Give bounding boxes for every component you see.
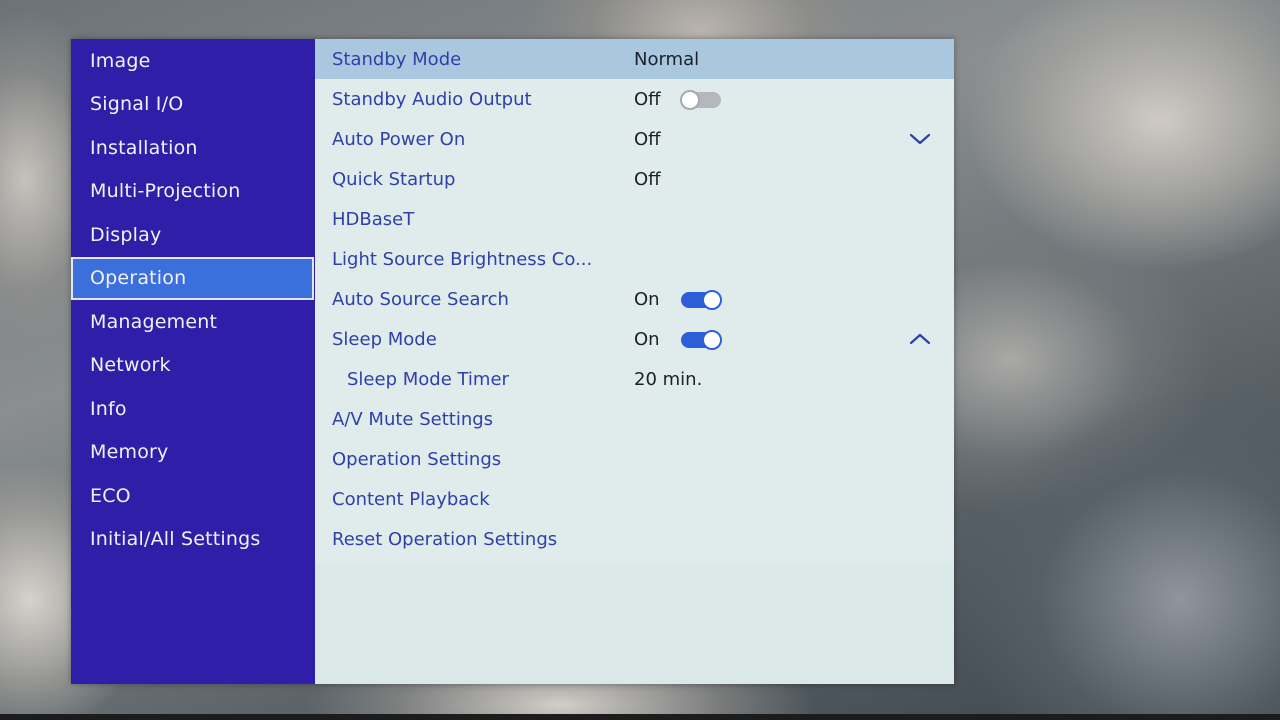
- setting-value: 20 min.: [634, 368, 703, 390]
- sidebar-item-operation[interactable]: Operation: [71, 256, 314, 300]
- sidebar-item-label: Operation: [90, 267, 187, 290]
- screen-bottom-edge: [0, 714, 1280, 720]
- sidebar-item-memory[interactable]: Memory: [71, 431, 315, 475]
- setting-sleep-mode[interactable]: Sleep Mode On: [315, 319, 954, 359]
- setting-auto-power-on[interactable]: Auto Power On Off: [315, 119, 954, 159]
- sidebar: Image Signal I/O Installation Multi-Proj…: [71, 39, 315, 684]
- setting-value: Off: [634, 128, 661, 150]
- sidebar-item-label: Signal I/O: [90, 93, 184, 116]
- setting-light-source-brightness[interactable]: Light Source Brightness Co...: [315, 239, 954, 279]
- setting-quick-startup[interactable]: Quick Startup Off: [315, 159, 954, 199]
- setting-value: Off: [634, 88, 661, 110]
- sidebar-item-signal-io[interactable]: Signal I/O: [71, 83, 315, 127]
- sidebar-item-info[interactable]: Info: [71, 387, 315, 431]
- sidebar-item-image[interactable]: Image: [71, 39, 315, 83]
- sidebar-item-label: Network: [90, 354, 171, 377]
- setting-label: Content Playback: [332, 488, 490, 510]
- setting-label: Quick Startup: [332, 168, 456, 190]
- setting-label: HDBaseT: [332, 208, 415, 230]
- sidebar-item-label: Initial/All Settings: [90, 528, 261, 551]
- sidebar-item-eco[interactable]: ECO: [71, 474, 315, 518]
- setting-value: On: [634, 288, 660, 310]
- sidebar-item-label: Installation: [90, 136, 198, 159]
- setting-standby-audio-output[interactable]: Standby Audio Output Off: [315, 79, 954, 119]
- sidebar-item-installation[interactable]: Installation: [71, 126, 315, 170]
- chevron-up-icon[interactable]: [908, 329, 932, 349]
- sidebar-item-label: Image: [90, 49, 151, 72]
- sleep-mode-toggle[interactable]: [681, 330, 722, 350]
- setting-reset-operation-settings[interactable]: Reset Operation Settings: [315, 519, 954, 559]
- setting-label: Standby Audio Output: [332, 88, 532, 110]
- toggle-knob: [680, 90, 700, 110]
- projector-menu: Image Signal I/O Installation Multi-Proj…: [71, 39, 954, 684]
- sidebar-item-multi-projection[interactable]: Multi-Projection: [71, 170, 315, 214]
- sidebar-item-label: Management: [90, 310, 218, 333]
- setting-label: Auto Power On: [332, 128, 466, 150]
- sidebar-item-display[interactable]: Display: [71, 213, 315, 257]
- setting-auto-source-search[interactable]: Auto Source Search On: [315, 279, 954, 319]
- setting-value: Off: [634, 168, 661, 190]
- sidebar-item-label: ECO: [90, 484, 131, 507]
- setting-label: A/V Mute Settings: [332, 408, 494, 430]
- setting-label: Sleep Mode: [332, 328, 437, 350]
- sidebar-item-network[interactable]: Network: [71, 344, 315, 388]
- standby-audio-output-toggle[interactable]: [680, 90, 721, 110]
- sidebar-item-label: Multi-Projection: [90, 180, 241, 203]
- setting-label: Operation Settings: [332, 448, 502, 470]
- setting-hdbaset[interactable]: HDBaseT: [315, 199, 954, 239]
- setting-value: Normal: [634, 48, 700, 70]
- sidebar-item-management[interactable]: Management: [71, 300, 315, 344]
- settings-panel: Standby Mode Normal Standby Audio Output…: [315, 39, 954, 684]
- auto-source-search-toggle[interactable]: [681, 290, 722, 310]
- setting-content-playback[interactable]: Content Playback: [315, 479, 954, 519]
- toggle-knob: [702, 290, 722, 310]
- setting-standby-mode[interactable]: Standby Mode Normal: [315, 39, 954, 79]
- setting-label: Auto Source Search: [332, 288, 509, 310]
- setting-sleep-mode-timer[interactable]: Sleep Mode Timer 20 min.: [315, 359, 954, 399]
- sidebar-item-label: Memory: [90, 441, 169, 464]
- setting-av-mute-settings[interactable]: A/V Mute Settings: [315, 399, 954, 439]
- sidebar-item-label: Info: [90, 397, 127, 420]
- setting-label: Reset Operation Settings: [332, 528, 558, 550]
- setting-label: Light Source Brightness Co...: [332, 248, 593, 270]
- setting-operation-settings[interactable]: Operation Settings: [315, 439, 954, 479]
- setting-label: Sleep Mode Timer: [347, 368, 509, 390]
- setting-value: On: [634, 328, 660, 350]
- sidebar-item-initial-all-settings[interactable]: Initial/All Settings: [71, 518, 315, 562]
- sidebar-item-label: Display: [90, 223, 162, 246]
- setting-label: Standby Mode: [332, 48, 462, 70]
- toggle-knob: [702, 330, 722, 350]
- empty-area: [315, 563, 954, 684]
- chevron-down-icon[interactable]: [908, 129, 932, 149]
